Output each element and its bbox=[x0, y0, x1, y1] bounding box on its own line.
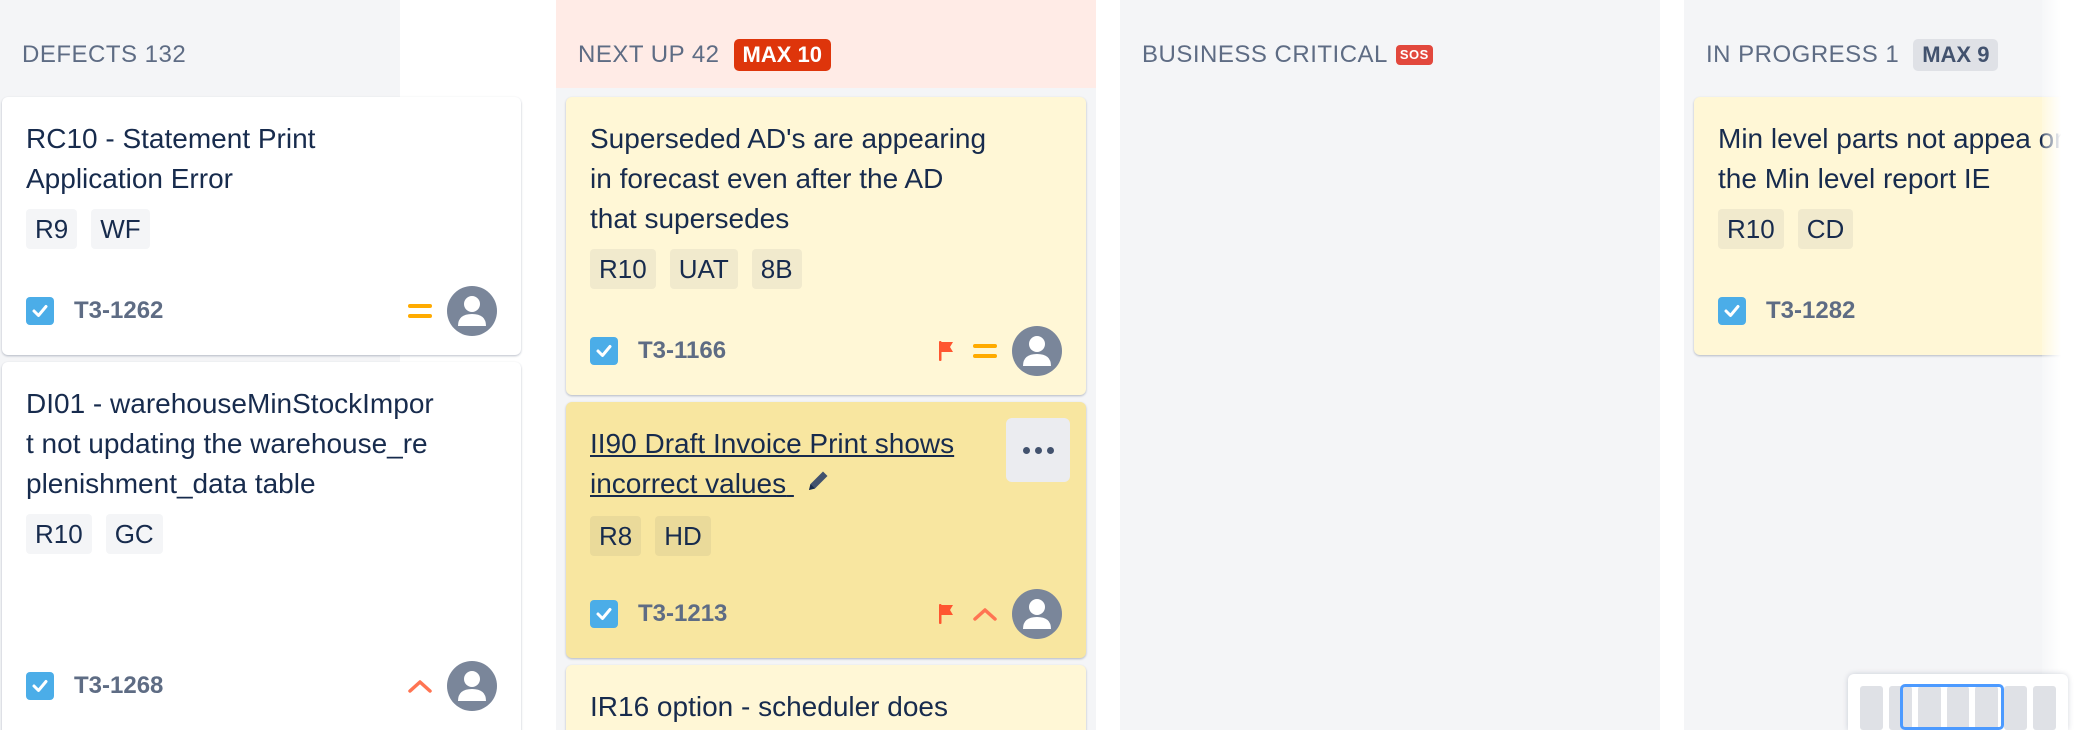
column-header: DEFECTS 132 bbox=[0, 0, 400, 88]
column-title: DEFECTS 132 bbox=[22, 41, 187, 68]
label-tag[interactable]: 8B bbox=[751, 249, 802, 289]
issue-key[interactable]: T3-1282 bbox=[1766, 297, 1855, 325]
card-summary: Min level parts not appea on the Min lev… bbox=[1718, 123, 2070, 194]
issue-card-t3-1166[interactable]: Superseded AD's are appearing in forecas… bbox=[566, 97, 1086, 395]
column-title: BUSINESS CRITICAL SOS bbox=[1142, 40, 1433, 70]
flag-icon bbox=[936, 339, 956, 363]
issue-key[interactable]: T3-1262 bbox=[74, 297, 163, 325]
card-summary-text: II90 Draft Invoice Print shows incorrect… bbox=[590, 428, 955, 499]
priority-medium-icon bbox=[407, 301, 433, 321]
label-tag[interactable]: R8 bbox=[590, 515, 642, 556]
card-labels: R10 UAT 8B bbox=[590, 249, 1062, 289]
label-tag[interactable]: GC bbox=[105, 514, 163, 554]
issue-key[interactable]: T3-1213 bbox=[638, 600, 727, 628]
column-header: IN PROGRESS 1 MAX 9 bbox=[1684, 0, 2084, 88]
label-tag[interactable]: WF bbox=[91, 209, 150, 249]
card-summary: DI01 - warehouseMinStockImport not updat… bbox=[26, 388, 434, 499]
assignee-avatar[interactable] bbox=[447, 286, 497, 336]
edit-pencil-icon[interactable] bbox=[804, 466, 832, 506]
card-summary: IR16 option - scheduler does bbox=[590, 691, 948, 722]
scroll-fade-overlay bbox=[2042, 0, 2090, 730]
card-labels: R10 CD bbox=[1718, 209, 2070, 249]
kanban-board: DEFECTS 132 RC10 - Statement Print Appli… bbox=[0, 0, 2090, 730]
issue-key[interactable]: T3-1166 bbox=[638, 337, 726, 365]
task-type-icon bbox=[26, 672, 54, 700]
card-labels: R9 WF bbox=[26, 209, 497, 249]
issue-card-t3-1262[interactable]: RC10 - Statement Print Application Error… bbox=[2, 97, 521, 355]
card-labels: R8 HD bbox=[590, 515, 1062, 556]
column-title: IN PROGRESS 1 bbox=[1706, 41, 1900, 68]
minimap-viewport-handle[interactable] bbox=[1900, 684, 2004, 730]
task-type-icon bbox=[590, 600, 618, 628]
minimap-column bbox=[2004, 686, 2028, 730]
label-tag[interactable]: R10 bbox=[26, 514, 92, 554]
task-type-icon bbox=[590, 337, 618, 365]
minimap-column bbox=[2033, 686, 2057, 730]
flag-icon bbox=[936, 602, 956, 626]
label-tag[interactable]: CD bbox=[1797, 209, 1854, 249]
label-tag[interactable]: R10 bbox=[1718, 209, 1784, 249]
priority-high-icon bbox=[972, 604, 998, 624]
minimap-column bbox=[1860, 686, 1883, 730]
column-business-critical: BUSINESS CRITICAL SOS bbox=[1120, 0, 1660, 730]
wip-limit-badge: MAX 10 bbox=[733, 39, 831, 71]
label-tag[interactable]: R10 bbox=[590, 249, 656, 289]
card-footer: T3-1213 bbox=[590, 588, 1062, 640]
issue-card-t3-1268[interactable]: DI01 - warehouseMinStockImport not updat… bbox=[2, 362, 521, 730]
issue-card-partial[interactable]: IR16 option - scheduler does bbox=[566, 665, 1086, 730]
task-type-icon bbox=[1718, 297, 1746, 325]
board-minimap[interactable] bbox=[1848, 674, 2068, 730]
task-type-icon bbox=[26, 297, 54, 325]
priority-medium-icon bbox=[972, 341, 998, 361]
card-footer: T3-1262 bbox=[26, 285, 497, 337]
column-header: BUSINESS CRITICAL SOS bbox=[1120, 0, 1660, 88]
card-labels: R10 GC bbox=[26, 514, 497, 554]
label-tag[interactable]: HD bbox=[655, 515, 711, 556]
more-actions-button[interactable] bbox=[1006, 418, 1070, 482]
sos-emoji-icon: SOS bbox=[1395, 45, 1433, 65]
label-tag[interactable]: UAT bbox=[669, 249, 738, 289]
label-tag[interactable]: R9 bbox=[26, 209, 78, 249]
assignee-avatar[interactable] bbox=[1012, 589, 1062, 639]
column-title-text: BUSINESS CRITICAL bbox=[1142, 41, 1388, 68]
issue-key[interactable]: T3-1268 bbox=[74, 672, 163, 700]
issue-card-t3-1282[interactable]: Min level parts not appea on the Min lev… bbox=[1694, 97, 2090, 355]
card-footer: T3-1166 bbox=[590, 325, 1062, 377]
card-footer: T3-1282 bbox=[1718, 285, 2070, 337]
card-footer: T3-1268 bbox=[26, 660, 497, 712]
column-title: NEXT UP 42 bbox=[578, 41, 720, 68]
column-header: NEXT UP 42 MAX 10 bbox=[556, 0, 1096, 88]
priority-high-icon bbox=[407, 676, 433, 696]
card-summary: RC10 - Statement Print Application Error bbox=[26, 123, 316, 194]
issue-card-t3-1213[interactable]: II90 Draft Invoice Print shows incorrect… bbox=[566, 402, 1086, 658]
card-summary: Superseded AD's are appearing in forecas… bbox=[590, 123, 987, 234]
assignee-avatar[interactable] bbox=[1012, 326, 1062, 376]
card-summary-link[interactable]: II90 Draft Invoice Print shows incorrect… bbox=[590, 424, 990, 506]
assignee-avatar[interactable] bbox=[447, 661, 497, 711]
wip-limit-badge: MAX 9 bbox=[1913, 39, 1999, 71]
